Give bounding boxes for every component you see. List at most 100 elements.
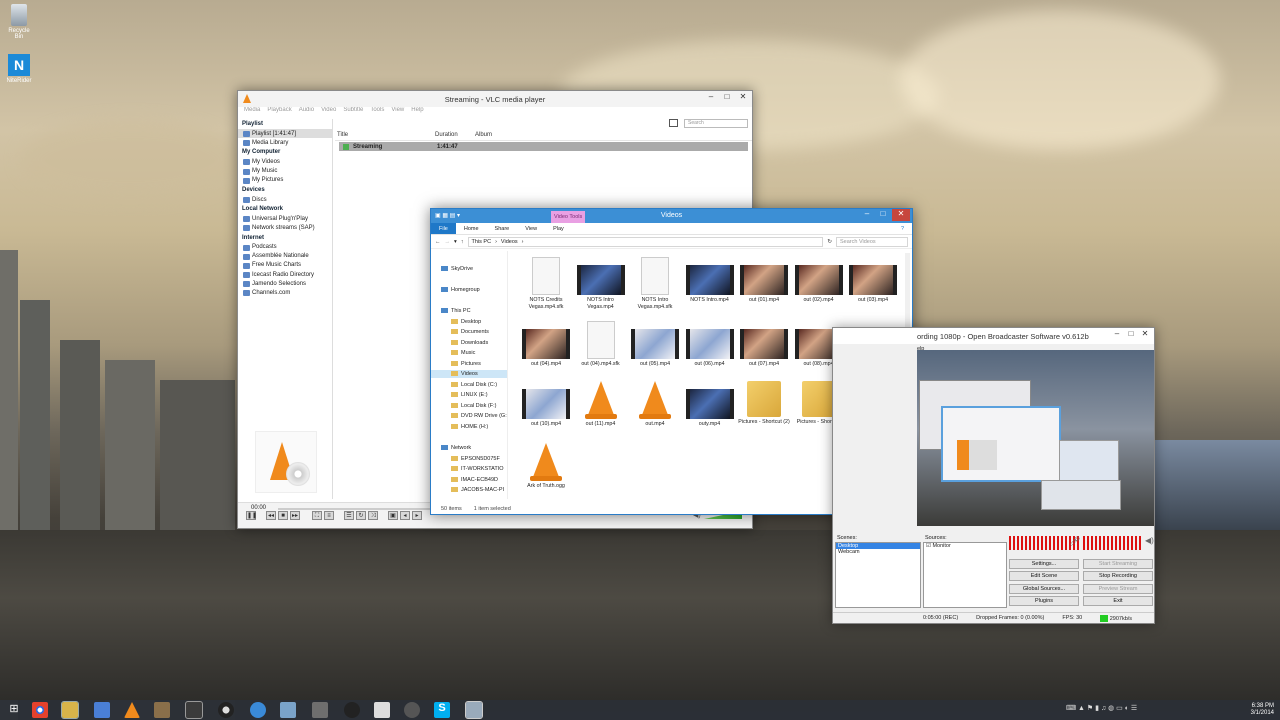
column-title[interactable]: Title xyxy=(335,132,435,140)
next-button[interactable]: ▸▸ xyxy=(290,511,300,520)
up-icon[interactable]: ↑ xyxy=(461,239,464,245)
app-icon[interactable] xyxy=(404,702,420,718)
file-item[interactable]: out.mp4 xyxy=(628,381,682,428)
obs-taskbar-icon[interactable] xyxy=(218,702,234,718)
forward-icon[interactable]: → xyxy=(445,239,451,245)
global-sources-button[interactable]: Global Sources... xyxy=(1009,584,1079,594)
file-item[interactable]: NOTS Intro.mp4 xyxy=(683,257,737,304)
play-pause-button[interactable]: ❚❚ xyxy=(246,511,257,520)
sidebar-item-podcasts[interactable]: Podcasts xyxy=(238,243,332,252)
nav-item-epson5d075f[interactable]: EPSON5D075F xyxy=(431,455,507,463)
nav-item-documents[interactable]: Documents xyxy=(431,328,507,336)
file-item[interactable]: out (01).mp4 xyxy=(737,257,791,304)
shuffle-button[interactable]: ⤨ xyxy=(368,511,378,520)
app-icon[interactable] xyxy=(312,702,328,718)
clock[interactable]: 6:38 PM 3/1/2014 xyxy=(1251,703,1274,717)
file-item[interactable]: outy.mp4 xyxy=(683,381,737,428)
menu-media[interactable]: Media xyxy=(244,107,260,117)
sidebar-item-my-pictures[interactable]: My Pictures xyxy=(238,176,332,185)
column-duration[interactable]: Duration xyxy=(435,132,475,140)
start-streaming-button[interactable]: Start Streaming xyxy=(1083,559,1153,569)
snapshot-button[interactable]: ▸ xyxy=(412,511,422,520)
sidebar-item-sap[interactable]: Network streams (SAP) xyxy=(238,223,332,232)
mic-icon[interactable]: 🎤︎ xyxy=(1069,536,1080,547)
file-item[interactable]: NOTS Credits Vegas.mp4.sfk xyxy=(519,257,573,310)
sidebar-item-discs[interactable]: Discs xyxy=(238,195,332,204)
close-button[interactable]: ✕ xyxy=(736,92,750,104)
file-item[interactable]: out (04).mp4.sfk xyxy=(574,321,628,368)
playlist-row[interactable]: Streaming 1:41:47 xyxy=(339,142,748,151)
nav-item-linux-e[interactable]: LINUX (E:) xyxy=(431,391,507,399)
sidebar-item-playlist[interactable]: Playlist [1:41:47] xyxy=(238,129,332,139)
fullscreen-button[interactable]: ⛶ xyxy=(312,511,322,520)
view-toggle-icon[interactable] xyxy=(669,119,678,127)
exit-button[interactable]: Exit xyxy=(1083,596,1153,606)
frame-button[interactable]: ▣ xyxy=(388,511,398,520)
settings-button[interactable]: Settings... xyxy=(1009,559,1079,569)
plugins-button[interactable]: Plugins xyxy=(1009,596,1079,606)
sidebar-item-jamendo[interactable]: Jamendo Selections xyxy=(238,279,332,288)
app-icon[interactable] xyxy=(465,701,483,719)
nav-item-skydrive[interactable]: SkyDrive xyxy=(431,265,507,273)
skype-icon[interactable]: S xyxy=(434,702,450,718)
desktop-icon-recycle-bin[interactable]: Recycle Bin xyxy=(4,4,34,40)
sidebar-item-my-videos[interactable]: My Videos xyxy=(238,157,332,166)
sidebar-item-upnp[interactable]: Universal Plug'n'Play xyxy=(238,214,332,223)
sidebar-item-icecast[interactable]: Icecast Radio Directory xyxy=(238,270,332,279)
help-icon[interactable]: ? xyxy=(893,223,912,234)
maximize-button[interactable]: □ xyxy=(720,92,734,104)
tab-home[interactable]: Home xyxy=(456,223,487,234)
search-input[interactable]: Search Videos xyxy=(836,236,908,247)
close-button[interactable]: ✕ xyxy=(1138,329,1152,341)
file-explorer-icon[interactable] xyxy=(61,701,79,719)
nav-item-home-h[interactable]: HOME (H:) xyxy=(431,423,507,431)
app-icon[interactable] xyxy=(250,702,266,718)
stop-button[interactable]: ■ xyxy=(278,511,288,520)
app-icon[interactable] xyxy=(374,702,390,718)
checkbox-checked-icon[interactable]: ☑ xyxy=(926,543,931,549)
nav-item-network[interactable]: Network xyxy=(431,444,507,452)
file-item[interactable]: out (10).mp4 xyxy=(519,381,573,428)
app-icon[interactable] xyxy=(280,702,296,718)
loop-button[interactable]: ↻ xyxy=(356,511,366,520)
file-item[interactable]: out (06).mp4 xyxy=(683,321,737,368)
scene-item-webcam[interactable]: Webcam xyxy=(836,549,920,555)
sidebar-item-assemblee[interactable]: Assemblée Nationale xyxy=(238,252,332,261)
nav-item-dvd-rw-drive-g[interactable]: DVD RW Drive (G: xyxy=(431,412,507,420)
tab-play[interactable]: Play xyxy=(545,223,572,234)
app-icon[interactable] xyxy=(344,702,360,718)
file-item[interactable]: out (07).mp4 xyxy=(737,321,791,368)
playlist-button[interactable]: ☰ xyxy=(344,511,354,520)
file-item[interactable]: Ark of Truth.ogg xyxy=(519,443,573,490)
record-button[interactable]: ◂ xyxy=(400,511,410,520)
desktop-icon-niterider[interactable]: N NiteRider xyxy=(4,54,34,84)
sidebar-item-media-library[interactable]: Media Library xyxy=(238,138,332,147)
nav-item-jacobs-mac-pi[interactable]: JACOBS-MAC-PI xyxy=(431,486,507,494)
preview-stream-button[interactable]: Preview Stream xyxy=(1083,584,1153,594)
refresh-icon[interactable]: ↻ xyxy=(827,239,832,245)
file-item[interactable]: Pictures - Shortcut (2) xyxy=(737,381,791,426)
recent-icon[interactable]: ▾ xyxy=(454,239,457,245)
search-input[interactable]: Search xyxy=(684,119,748,128)
address-bar[interactable]: This PC › Videos › xyxy=(467,236,824,247)
menu-video[interactable]: Video xyxy=(321,107,336,117)
column-album[interactable]: Album xyxy=(475,132,492,140)
nav-item-local-disk-f[interactable]: Local Disk (F:) xyxy=(431,402,507,410)
source-item-monitor[interactable]: ☑ Monitor xyxy=(924,543,1006,549)
app-icon[interactable] xyxy=(94,702,110,718)
nav-item-pictures[interactable]: Pictures xyxy=(431,360,507,368)
app-icon[interactable] xyxy=(154,702,170,718)
sidebar-item-channels[interactable]: Channels.com xyxy=(238,288,332,297)
minimize-button[interactable]: – xyxy=(860,209,874,221)
start-button[interactable]: ⊞ xyxy=(6,702,22,718)
nav-item-imac-ecb49d[interactable]: IMAC-ECB49D xyxy=(431,476,507,484)
edit-scene-button[interactable]: Edit Scene xyxy=(1009,571,1079,581)
app-icon[interactable] xyxy=(185,701,203,719)
nav-item-music[interactable]: Music xyxy=(431,349,507,357)
chrome-icon[interactable] xyxy=(32,702,48,718)
back-icon[interactable]: ← xyxy=(435,239,441,245)
maximize-button[interactable]: □ xyxy=(1124,329,1138,341)
file-item[interactable]: NOTS Intro Vegas.mp4 xyxy=(574,257,628,310)
nav-item-downloads[interactable]: Downloads xyxy=(431,339,507,347)
nav-item-desktop[interactable]: Desktop xyxy=(431,318,507,326)
